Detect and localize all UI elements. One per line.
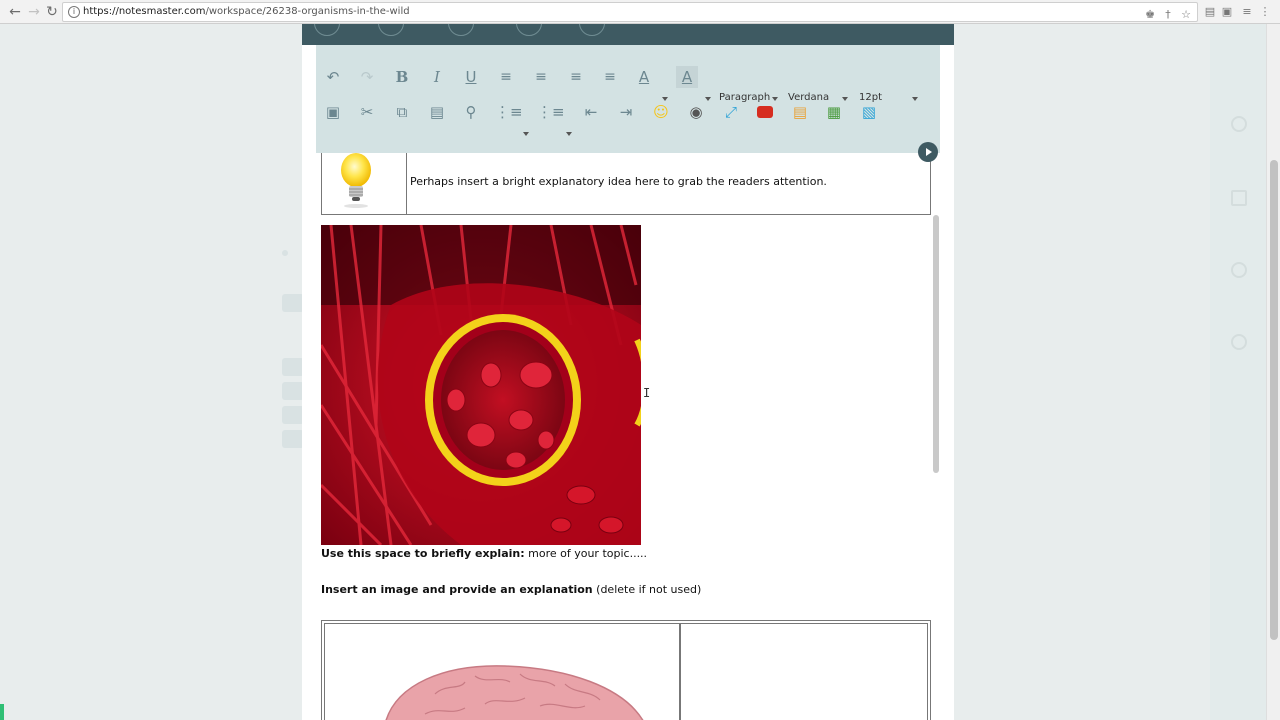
numbered-list-caret-icon[interactable] [566,132,572,136]
image-cell[interactable] [324,623,680,720]
pin-extension-icon[interactable]: † [1161,8,1175,22]
indent-icon[interactable]: ⇥ [615,101,637,123]
file-browser-icon[interactable]: ▤ [789,101,811,123]
search-icon[interactable]: ⚲ [460,101,482,123]
lightbulb-icon [341,153,371,208]
align-justify-icon[interactable]: ≡ [599,66,621,88]
resources-panel-icon[interactable] [1216,190,1262,212]
explain-text: more of your topic..... [524,547,648,560]
italic-button[interactable]: I [426,66,448,88]
forward-arrow-icon[interactable]: → [25,3,43,21]
youtube-icon[interactable] [754,101,776,123]
header-step-icon[interactable] [448,24,474,36]
groups-panel-icon[interactable] [1216,334,1262,356]
insert-text: (delete if not used) [592,583,702,596]
explanation-cell[interactable] [680,623,928,720]
callout-table: Perhaps insert a bright explanatory idea… [321,153,931,215]
header-step-icon[interactable] [516,24,542,36]
background-color-button[interactable]: A [676,66,698,88]
kebab-menu-icon[interactable]: ⋮ [1258,5,1272,19]
puzzle-extension-icon[interactable]: ♚ [1143,8,1157,22]
align-left-icon[interactable]: ≡ [495,66,517,88]
menu-lines-icon[interactable]: ≡ [1240,5,1254,19]
align-right-icon[interactable]: ≡ [565,66,587,88]
new-document-icon[interactable]: ▣ [322,101,344,123]
play-icon[interactable] [918,142,938,162]
cut-icon[interactable]: ✂ [356,101,378,123]
undo-icon[interactable]: ↶ [322,66,344,88]
artery-image[interactable] [321,225,641,545]
blood-vessel-illustration [321,225,641,545]
text-color-button[interactable]: A [633,66,655,88]
insert-media-icon[interactable]: ▧ [858,101,880,123]
copy-icon[interactable]: ⧉ [391,101,413,123]
reload-icon[interactable]: ↻ [43,3,61,21]
header-step-icon[interactable] [378,24,404,36]
chevron-down-icon[interactable] [912,97,918,101]
emoji-icon[interactable]: ☺ [650,101,672,123]
status-indicator [0,704,4,720]
workspace-panel-icon[interactable] [1216,116,1262,138]
browser-toolbar: ← → ↻ i https://notesmaster.com/workspac… [0,0,1280,24]
page-scrollbar-thumb[interactable] [1270,160,1278,640]
background-sidebar-ghost [270,250,304,500]
back-arrow-icon[interactable]: ← [6,3,24,21]
header-step-icon[interactable] [314,24,340,36]
fullscreen-icon[interactable]: ⤢ [720,101,742,123]
redo-icon[interactable]: ↷ [356,66,378,88]
preview-eye-icon[interactable]: ◉ [685,101,707,123]
brain-illustration [385,665,644,720]
insert-label: Insert an image and provide an explanati… [321,583,593,596]
address-bar[interactable]: i https://notesmaster.com/workspace/2623… [62,2,1198,22]
editor-header-bar [302,24,954,45]
right-tool-panel [1210,24,1266,720]
editor-content-area[interactable]: Perhaps insert a bright explanatory idea… [316,153,940,720]
underline-button[interactable]: U [460,66,482,88]
insert-image-icon[interactable]: ▦ [823,101,845,123]
numbered-list-icon[interactable]: ⋮≡ [537,101,565,123]
grammar-extension-icon[interactable]: ▣ [1220,5,1234,19]
align-center-icon[interactable]: ≡ [530,66,552,88]
info-icon[interactable]: i [68,6,80,18]
callout-text: Perhaps insert a bright explanatory idea… [410,175,827,188]
header-step-icon[interactable] [579,24,605,36]
classes-panel-icon[interactable] [1216,262,1262,284]
editor-toolbar: ↶ ↷ B I U ≡ ≡ ≡ ≡ A A Paragraph Verdana … [316,45,940,153]
explain-label: Use this space to briefly explain: [321,547,525,560]
insert-paragraph: Insert an image and provide an explanati… [321,583,701,596]
paste-icon[interactable]: ▤ [426,101,448,123]
bookmark-star-icon[interactable]: ☆ [1179,8,1193,22]
text-cursor-icon: I [643,386,651,400]
image-explanation-table [321,620,931,720]
outdent-icon[interactable]: ⇤ [580,101,602,123]
bulb-cell [322,153,407,214]
cast-extension-icon[interactable]: ▤ [1203,5,1217,19]
page-scrollbar[interactable] [1266,24,1280,720]
url-text: https://notesmaster.com/workspace/26238-… [83,6,410,17]
bold-button[interactable]: B [391,66,413,88]
bullet-list-caret-icon[interactable] [523,132,529,136]
editor-panel: ↶ ↷ B I U ≡ ≡ ≡ ≡ A A Paragraph Verdana … [302,24,954,720]
bullet-list-icon[interactable]: ⋮≡ [495,101,523,123]
explain-paragraph: Use this space to briefly explain: more … [321,547,647,560]
content-scrollbar[interactable] [933,215,939,473]
